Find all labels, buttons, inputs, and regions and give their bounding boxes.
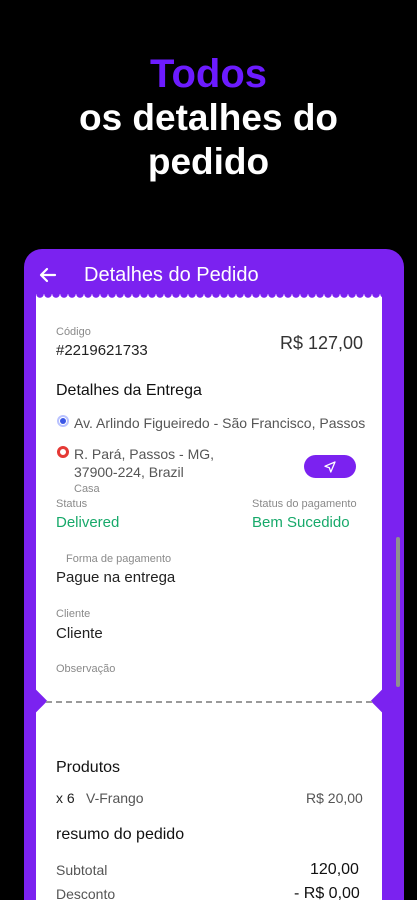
destination-pin-icon [57,446,69,458]
order-total: R$ 127,00 [280,333,364,353]
payment-status-label: Status do pagamento [252,498,357,510]
page-title: Detalhes do Pedido [84,263,259,286]
destination-tag: Casa [74,483,100,495]
destination-address-line2: 37900-224, Brazil [74,464,184,480]
subtotal-label: Subtotal [56,862,108,878]
status-label: Status [56,498,88,510]
product-name: V-Frango [86,790,144,806]
product-qty: x 6 [56,790,75,806]
origin-radio-icon [57,415,69,427]
order-code: #2219621733 [56,342,148,359]
promo-line-1: Todos [149,52,267,96]
summary-heading: resumo do pedido [56,826,185,843]
discount-value: - R$ 0,00 [294,885,360,900]
note-label: Observação [56,663,116,675]
delivery-heading: Detalhes da Entrega [56,382,202,399]
destination-address-line1: R. Pará, Passos - MG, [74,446,215,462]
promo-line-3: pedido [147,141,270,182]
customer-value: Cliente [56,625,103,642]
customer-label: Cliente [56,608,91,620]
subtotal-value: 120,00 [310,861,359,878]
payment-method-label: Forma de pagamento [66,553,172,565]
payment-status-value: Bem Sucedido [252,514,350,531]
origin-address: Av. Arlindo Figueiredo - São Francisco, … [74,415,366,431]
product-price: R$ 20,00 [306,790,363,806]
receipt-divider [46,701,372,703]
order-code-label: Código [56,326,91,338]
promo-headline: Todos os detalhes do pedido [0,52,417,184]
scrollbar[interactable] [396,537,400,687]
products-heading: Produtos [56,759,121,776]
navigation-icon [324,460,336,473]
phone-screen: Detalhes do Pedido Código #2219621733 R$… [24,249,404,900]
promo-line-2: os detalhes do [78,97,339,138]
navigate-button[interactable] [304,455,356,478]
discount-label: Desconto [56,886,116,900]
status-value: Delivered [56,514,120,531]
payment-method-value: Pague na entrega [56,569,176,586]
back-arrow-icon[interactable] [28,255,68,295]
